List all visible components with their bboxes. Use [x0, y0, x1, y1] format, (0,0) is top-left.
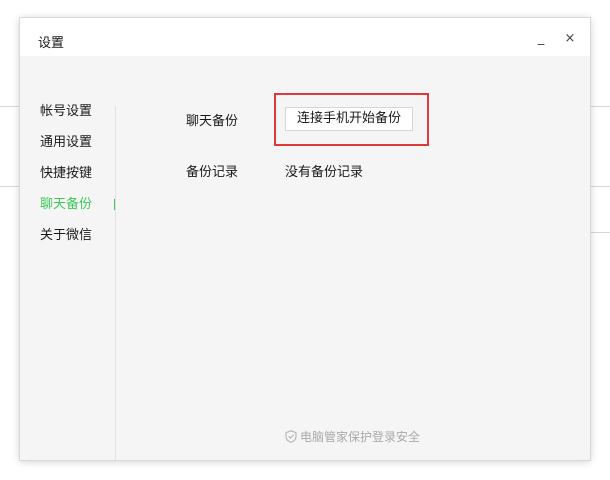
- security-footer: 电脑管家保护登录安全: [285, 428, 420, 446]
- background-line: [0, 106, 20, 107]
- background-line: [590, 186, 610, 187]
- background-line: [0, 186, 20, 187]
- footer-text: 电脑管家保护登录安全: [300, 430, 421, 444]
- window-title: 设置: [38, 36, 65, 51]
- backup-record-value: 没有备份记录: [285, 165, 364, 180]
- sidebar-item-shortcuts[interactable]: 快捷按键: [40, 164, 110, 184]
- sidebar-item-general-settings[interactable]: 通用设置: [40, 133, 110, 153]
- sidebar-item-chat-backup[interactable]: 聊天备份: [40, 195, 110, 215]
- settings-dialog: 设置 _ × 帐号设置 通用设置 快捷按键 聊天备份 关于微信 聊天备份 连接手…: [20, 18, 590, 460]
- title-bar[interactable]: 设置 _ ×: [20, 18, 590, 56]
- chat-backup-label: 聊天备份: [186, 114, 239, 129]
- backup-record-label: 备份记录: [186, 165, 239, 180]
- background-line: [590, 106, 610, 107]
- background-line: [590, 232, 610, 233]
- shield-icon: [285, 430, 297, 448]
- sidebar-item-about-wechat[interactable]: 关于微信: [40, 226, 110, 246]
- sidebar-divider: [115, 106, 116, 460]
- minimize-button[interactable]: _: [532, 30, 550, 48]
- sidebar-item-account-settings[interactable]: 帐号设置: [40, 102, 110, 122]
- close-button[interactable]: ×: [561, 30, 579, 48]
- start-backup-button[interactable]: 连接手机开始备份: [285, 107, 413, 131]
